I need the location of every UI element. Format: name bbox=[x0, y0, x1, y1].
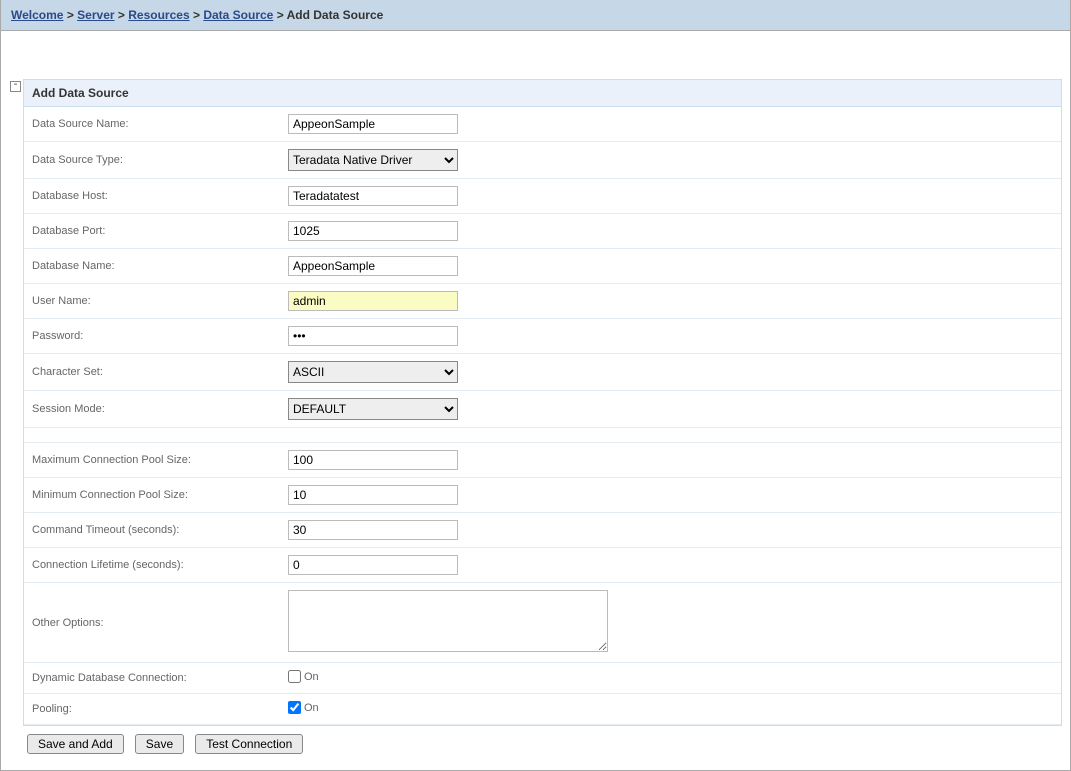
checkbox-dynconn[interactable] bbox=[288, 670, 301, 683]
breadcrumb-server[interactable]: Server bbox=[77, 8, 114, 22]
input-minpool[interactable] bbox=[288, 485, 458, 505]
label-maxpool: Maximum Connection Pool Size: bbox=[24, 443, 280, 478]
label-dstype: Data Source Type: bbox=[24, 142, 280, 179]
label-dbhost: Database Host: bbox=[24, 179, 280, 214]
label-dbname: Database Name: bbox=[24, 249, 280, 284]
row-connlifetime: Connection Lifetime (seconds): bbox=[24, 548, 1061, 583]
row-minpool: Minimum Connection Pool Size: bbox=[24, 478, 1061, 513]
label-cmdtimeout: Command Timeout (seconds): bbox=[24, 513, 280, 548]
label-sessionmode: Session Mode: bbox=[24, 391, 280, 428]
row-dbhost: Database Host: bbox=[24, 179, 1061, 214]
input-password[interactable] bbox=[288, 326, 458, 346]
label-username: User Name: bbox=[24, 284, 280, 319]
row-password: Password: bbox=[24, 319, 1061, 354]
row-dbname: Database Name: bbox=[24, 249, 1061, 284]
row-dbport: Database Port: bbox=[24, 214, 1061, 249]
input-dbhost[interactable] bbox=[288, 186, 458, 206]
label-connlifetime: Connection Lifetime (seconds): bbox=[24, 548, 280, 583]
label-pooling: Pooling: bbox=[24, 694, 280, 725]
row-sessionmode: Session Mode: DEFAULT bbox=[24, 391, 1061, 428]
label-dbport: Database Port: bbox=[24, 214, 280, 249]
breadcrumb-sep: > bbox=[118, 8, 125, 22]
select-sessionmode[interactable]: DEFAULT bbox=[288, 398, 458, 420]
input-dbname[interactable] bbox=[288, 256, 458, 276]
breadcrumb-sep: > bbox=[193, 8, 200, 22]
save-button[interactable]: Save bbox=[135, 734, 184, 754]
row-charset: Character Set: ASCII bbox=[24, 354, 1061, 391]
breadcrumb: Welcome > Server > Resources > Data Sour… bbox=[1, 0, 1070, 31]
collapse-toggle-icon[interactable]: - bbox=[10, 81, 21, 92]
form-table: Data Source Name: Data Source Type: Tera… bbox=[24, 107, 1061, 725]
checkbox-pooling-label: On bbox=[304, 702, 319, 714]
checkbox-pooling[interactable] bbox=[288, 701, 301, 714]
row-dsname: Data Source Name: bbox=[24, 107, 1061, 142]
label-otheroptions: Other Options: bbox=[24, 583, 280, 663]
breadcrumb-current: Add Data Source bbox=[287, 8, 384, 22]
label-charset: Character Set: bbox=[24, 354, 280, 391]
row-pooling: Pooling: On bbox=[24, 694, 1061, 725]
label-dynconn: Dynamic Database Connection: bbox=[24, 663, 280, 694]
input-maxpool[interactable] bbox=[288, 450, 458, 470]
select-dstype[interactable]: Teradata Native Driver bbox=[288, 149, 458, 171]
label-password: Password: bbox=[24, 319, 280, 354]
row-dynconn: Dynamic Database Connection: On bbox=[24, 663, 1061, 694]
input-cmdtimeout[interactable] bbox=[288, 520, 458, 540]
button-row: Save and Add Save Test Connection bbox=[23, 726, 1062, 762]
input-dbport[interactable] bbox=[288, 221, 458, 241]
breadcrumb-sep: > bbox=[67, 8, 74, 22]
textarea-otheroptions[interactable] bbox=[288, 590, 608, 652]
save-and-add-button[interactable]: Save and Add bbox=[27, 734, 124, 754]
row-cmdtimeout: Command Timeout (seconds): bbox=[24, 513, 1061, 548]
input-username[interactable] bbox=[288, 291, 458, 311]
input-connlifetime[interactable] bbox=[288, 555, 458, 575]
row-maxpool: Maximum Connection Pool Size: bbox=[24, 443, 1061, 478]
add-datasource-panel: Add Data Source Data Source Name: Data S… bbox=[23, 79, 1062, 726]
breadcrumb-resources[interactable]: Resources bbox=[128, 8, 189, 22]
row-dstype: Data Source Type: Teradata Native Driver bbox=[24, 142, 1061, 179]
breadcrumb-welcome[interactable]: Welcome bbox=[11, 8, 63, 22]
select-charset[interactable]: ASCII bbox=[288, 361, 458, 383]
input-dsname[interactable] bbox=[288, 114, 458, 134]
test-connection-button[interactable]: Test Connection bbox=[195, 734, 303, 754]
breadcrumb-sep: > bbox=[277, 8, 284, 22]
row-otheroptions: Other Options: bbox=[24, 583, 1061, 663]
panel-title: Add Data Source bbox=[24, 80, 1061, 107]
label-minpool: Minimum Connection Pool Size: bbox=[24, 478, 280, 513]
label-dsname: Data Source Name: bbox=[24, 107, 280, 142]
row-username: User Name: bbox=[24, 284, 1061, 319]
checkbox-dynconn-label: On bbox=[304, 671, 319, 683]
breadcrumb-datasource[interactable]: Data Source bbox=[203, 8, 273, 22]
spacer bbox=[24, 428, 1061, 443]
